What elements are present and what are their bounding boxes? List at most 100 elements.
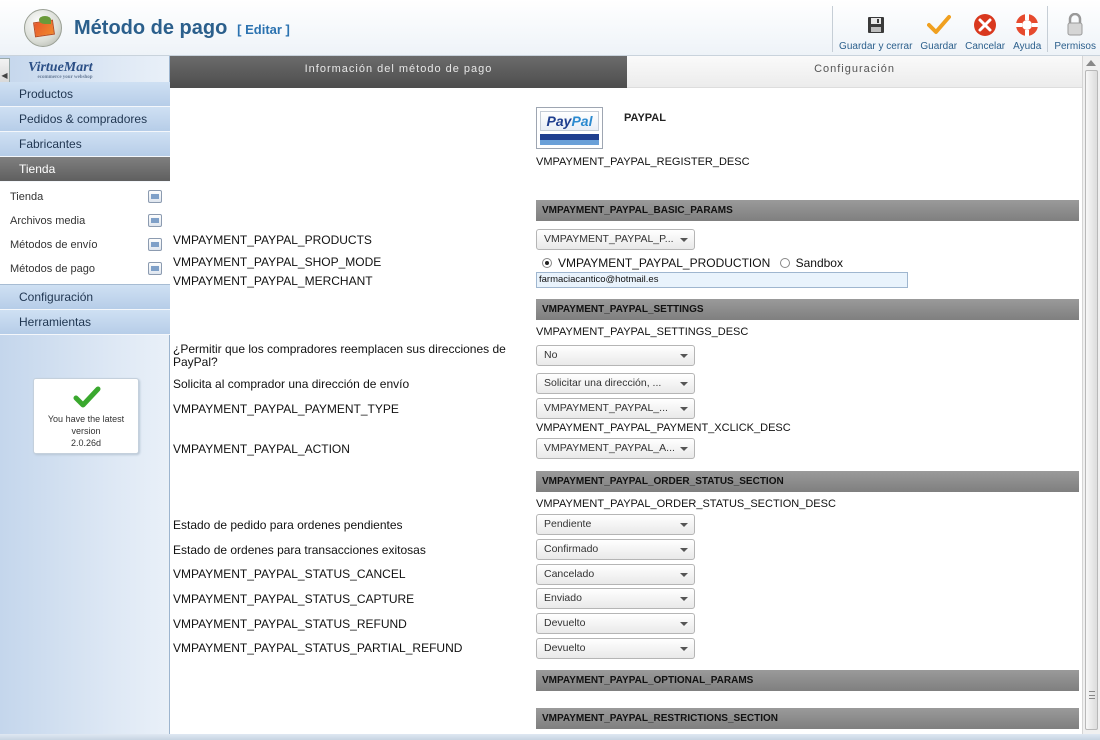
action-select[interactable]: VMPAYMENT_PAYPAL_A...: [536, 438, 695, 459]
app-logo-icon: [24, 9, 62, 47]
version-box: You have the latest version 2.0.26d: [33, 378, 139, 454]
ask-address-label: Solicita al comprador una dirección de e…: [173, 377, 410, 391]
save-and-close-label: Guardar y cerrar: [839, 41, 913, 52]
subnav-item-tienda[interactable]: Tienda: [0, 185, 170, 209]
shop-mode-options: VMPAYMENT_PAYPAL_PRODUCTION Sandbox: [542, 256, 843, 270]
lock-icon: [1063, 13, 1087, 37]
ask-address-select-value: Solicitar una dirección, ...: [544, 377, 662, 389]
subnav-item-metodos-envio[interactable]: Métodos de envío: [0, 233, 170, 257]
app-header: Método de pago [ Editar ] Guardar y cerr…: [0, 0, 1100, 56]
status-success-select-value: Confirmado: [544, 543, 599, 555]
version-line-1: You have the latest: [47, 414, 125, 424]
status-partial-refund-select-value: Devuelto: [544, 642, 586, 654]
sidebar-nav: Productos Pedidos & compradores Fabrican…: [0, 82, 170, 335]
action-select-value: VMPAYMENT_PAYPAL_A...: [544, 442, 675, 454]
payment-type-select[interactable]: VMPAYMENT_PAYPAL_...: [536, 398, 695, 419]
allow-address-select-value: No: [544, 349, 558, 361]
cancel-button[interactable]: Cancelar: [961, 6, 1009, 52]
shop-mode-label: VMPAYMENT_PAYPAL_SHOP_MODE: [173, 255, 382, 269]
status-cancel-select-value: Cancelado: [544, 568, 595, 580]
status-pending-select[interactable]: Pendiente: [536, 514, 695, 535]
vertical-scrollbar[interactable]: [1082, 56, 1100, 740]
status-partial-refund-select[interactable]: Devuelto: [536, 638, 695, 659]
version-line-2: version: [71, 426, 101, 436]
media-icon: [148, 214, 162, 227]
sidebar-item-configuracion[interactable]: Configuración: [0, 285, 170, 310]
action-label: VMPAYMENT_PAYPAL_ACTION: [173, 442, 350, 456]
sidebar: ◀ VirtueMart ecommerce your webshop Prod…: [0, 56, 170, 740]
status-pending-label: Estado de pedido para ordenes pendientes: [173, 518, 403, 532]
status-refund-select[interactable]: Devuelto: [536, 613, 695, 634]
status-refund-select-value: Devuelto: [544, 617, 586, 629]
radio-production[interactable]: [542, 258, 552, 268]
sidebar-item-tienda[interactable]: Tienda: [0, 157, 170, 182]
section-optional-params: VMPAYMENT_PAYPAL_OPTIONAL_PARAMS: [536, 670, 1079, 691]
allow-address-label: ¿Permitir que los compradores reemplacen…: [173, 342, 506, 369]
subnav-item-metodos-pago-label: Métodos de pago: [10, 263, 96, 275]
store-icon: [148, 190, 162, 203]
ask-address-select[interactable]: Solicitar una dirección, ...: [536, 373, 695, 394]
save-and-close-button[interactable]: Guardar y cerrar: [835, 6, 916, 52]
merchant-input[interactable]: farmaciacantico@hotmail.es: [536, 272, 908, 288]
chevron-down-icon: [680, 597, 688, 601]
status-capture-select[interactable]: Enviado: [536, 588, 695, 609]
chevron-down-icon: [680, 447, 688, 451]
edit-tag: [ Editar ]: [237, 22, 290, 37]
status-cancel-select[interactable]: Cancelado: [536, 564, 695, 585]
scrollbar-thumb[interactable]: [1085, 70, 1098, 730]
permissions-button[interactable]: Permisos: [1050, 6, 1100, 52]
section-restrictions: VMPAYMENT_PAYPAL_RESTRICTIONS_SECTION: [536, 708, 1079, 729]
save-button[interactable]: Guardar: [916, 6, 961, 52]
settings-desc: VMPAYMENT_PAYPAL_SETTINGS_DESC: [536, 326, 749, 338]
payment-icon: [148, 262, 162, 275]
chevron-down-icon: [680, 238, 688, 242]
products-select[interactable]: VMPAYMENT_PAYPAL_P...: [536, 229, 695, 250]
radio-sandbox[interactable]: [779, 258, 790, 268]
paypal-logo: PayPal: [536, 107, 603, 149]
sidebar-item-fabricantes[interactable]: Fabricantes: [0, 132, 170, 157]
virtuemart-brand: VirtueMart: [28, 60, 93, 75]
virtuemart-logo: VirtueMart ecommerce your webshop: [28, 60, 93, 80]
subnav-item-metodos-pago[interactable]: Métodos de pago: [0, 257, 170, 281]
sidebar-item-productos[interactable]: Productos: [0, 82, 170, 107]
sidebar-item-herramientas[interactable]: Herramientas: [0, 310, 170, 335]
payment-type-select-value: VMPAYMENT_PAYPAL_...: [544, 402, 668, 414]
register-desc: VMPAYMENT_PAYPAL_REGISTER_DESC: [536, 156, 750, 168]
section-basic-params: VMPAYMENT_PAYPAL_BASIC_PARAMS: [536, 200, 1079, 221]
tab-bar: Información del método de pago Configura…: [170, 56, 1082, 88]
chevron-down-icon: [680, 523, 688, 527]
save-icon: [864, 13, 888, 37]
check-icon: [926, 13, 951, 37]
chevron-down-icon: [680, 354, 688, 358]
status-success-label: Estado de ordenes para transacciones exi…: [173, 543, 426, 557]
sidebar-item-pedidos[interactable]: Pedidos & compradores: [0, 107, 170, 132]
cancel-label: Cancelar: [965, 41, 1006, 52]
chevron-down-icon: [680, 573, 688, 577]
help-label: Ayuda: [1013, 41, 1042, 52]
cancel-icon: [973, 13, 997, 37]
payment-xclick-desc: VMPAYMENT_PAYPAL_PAYMENT_XCLICK_DESC: [536, 422, 791, 434]
version-text: You have the latest version 2.0.26d: [34, 413, 138, 449]
subnav-item-archivos-media[interactable]: Archivos media: [0, 209, 170, 233]
latest-version-check-icon: [73, 386, 101, 408]
chevron-down-icon: [680, 382, 688, 386]
status-capture-select-value: Enviado: [544, 592, 582, 604]
order-status-desc: VMPAYMENT_PAYPAL_ORDER_STATUS_SECTION_DE…: [536, 498, 836, 510]
page-title: Método de pago: [74, 17, 228, 39]
bottom-bar: [0, 734, 1100, 740]
tab-configuration[interactable]: Configuración: [627, 56, 1082, 88]
scroll-up-icon[interactable]: [1086, 60, 1096, 66]
payment-type-label: VMPAYMENT_PAYPAL_PAYMENT_TYPE: [173, 402, 399, 416]
chevron-down-icon: [680, 407, 688, 411]
allow-address-select[interactable]: No: [536, 345, 695, 366]
status-refund-label: VMPAYMENT_PAYPAL_STATUS_REFUND: [173, 617, 407, 631]
help-button[interactable]: Ayuda: [1009, 6, 1045, 52]
chevron-down-icon: [680, 548, 688, 552]
section-order-status: VMPAYMENT_PAYPAL_ORDER_STATUS_SECTION: [536, 471, 1079, 492]
status-pending-select-value: Pendiente: [544, 518, 592, 530]
radio-sandbox-label: Sandbox: [795, 256, 843, 270]
tab-payment-info[interactable]: Información del método de pago: [170, 56, 627, 88]
subnav-item-metodos-envio-label: Métodos de envío: [10, 239, 98, 251]
status-success-select[interactable]: Confirmado: [536, 539, 695, 560]
help-icon: [1015, 13, 1039, 37]
